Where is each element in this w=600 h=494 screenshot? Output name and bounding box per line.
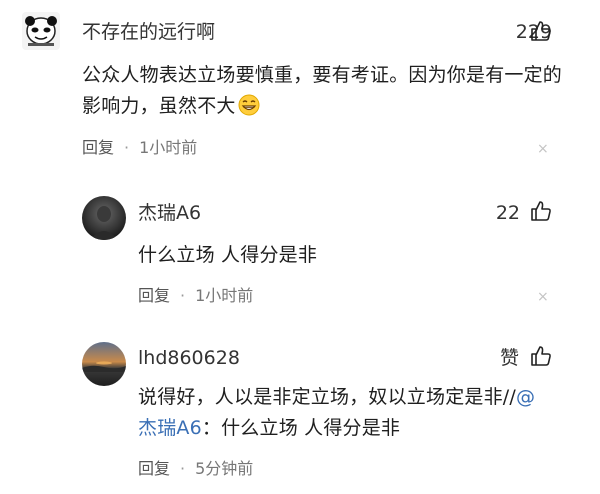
separator: · xyxy=(124,138,130,157)
like-count[interactable]: 22 xyxy=(496,201,520,225)
close-icon[interactable]: × xyxy=(537,142,549,156)
thumbs-up-icon[interactable] xyxy=(530,20,552,42)
reply-button[interactable]: 回复 xyxy=(82,138,114,158)
comment-text-content: 公众人物表达立场要慎重，要有考证。因为你是有一定的影响力，虽然不大 xyxy=(82,64,563,117)
reply-button[interactable]: 回复 xyxy=(138,459,170,479)
timestamp: 5分钟前 xyxy=(195,459,254,478)
comment-text: 说得好，人以是非定立场，奴以立场定是非//@ 杰瑞A6：什么立场 人得分是非 xyxy=(138,382,578,444)
comment-text-rest: ：什么立场 人得分是非 xyxy=(201,417,401,439)
comment-text-line1: 说得好，人以是非定立场，奴以立场定是非// xyxy=(138,386,517,408)
reply-button[interactable]: 回复 xyxy=(138,286,170,306)
avatar[interactable] xyxy=(82,196,126,240)
comment-text: 公众人物表达立场要慎重，要有考证。因为你是有一定的影响力，虽然不大 xyxy=(82,60,562,122)
username[interactable]: lhd860628 xyxy=(138,346,240,370)
like-count-value: 22 xyxy=(495,202,520,224)
comment-meta: 回复 · 1小时前 xyxy=(138,286,253,306)
close-icon[interactable]: × xyxy=(537,290,549,304)
grinning-face-icon xyxy=(238,94,260,116)
timestamp: 1小时前 xyxy=(195,286,254,305)
thumbs-up-icon[interactable] xyxy=(530,345,552,367)
avatar[interactable] xyxy=(82,342,126,386)
username[interactable]: 杰瑞A6 xyxy=(138,201,201,225)
avatar[interactable] xyxy=(22,12,60,50)
timestamp: 1小时前 xyxy=(139,138,198,157)
mention-at[interactable]: @ xyxy=(516,386,535,408)
mention-link[interactable]: 杰瑞A6 xyxy=(138,417,202,439)
like-label: 赞 xyxy=(500,347,520,369)
thumbs-up-icon[interactable] xyxy=(530,200,552,222)
separator: · xyxy=(180,286,186,305)
comment-text: 什么立场 人得分是非 xyxy=(138,244,318,266)
username[interactable]: 不存在的远行啊 xyxy=(82,20,215,44)
like-count[interactable]: 赞 xyxy=(500,346,519,370)
comment-meta: 回复 · 1小时前 xyxy=(82,138,197,158)
comment-meta: 回复 · 5分钟前 xyxy=(138,459,253,479)
separator: · xyxy=(180,459,186,478)
